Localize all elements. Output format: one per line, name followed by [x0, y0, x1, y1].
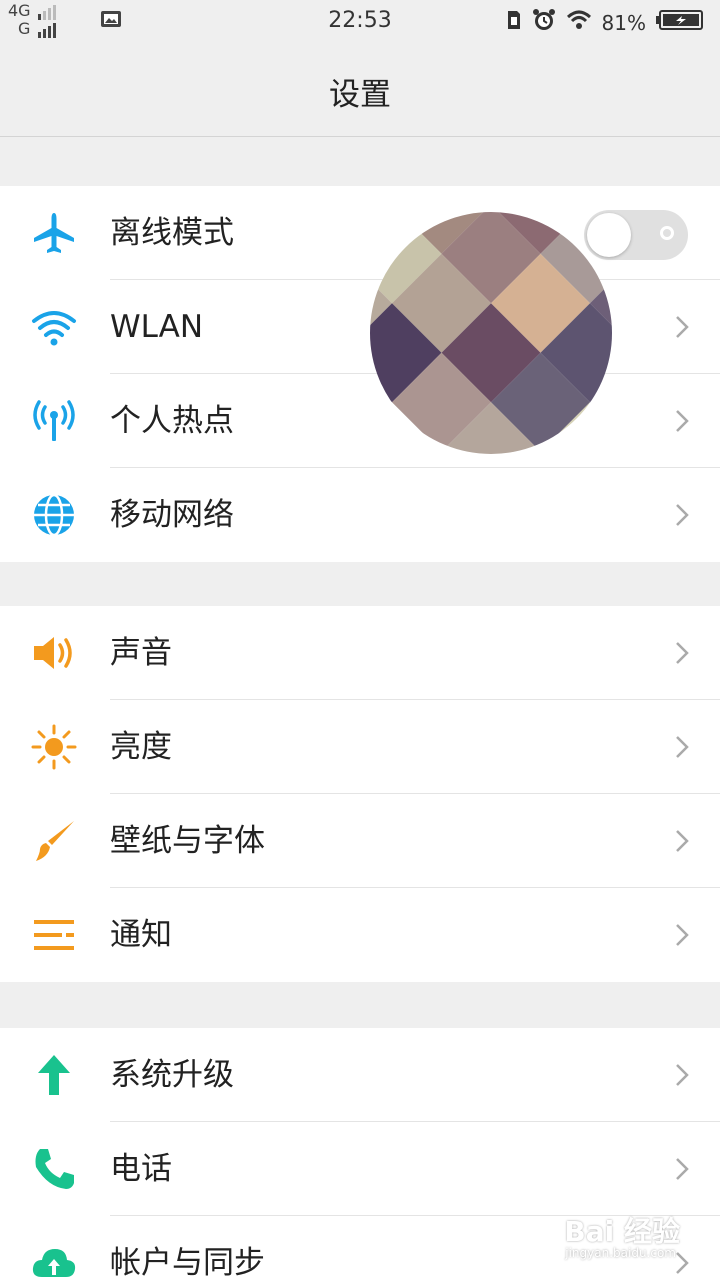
battery-percent: 81%: [601, 10, 646, 35]
settings-item-airplane-mode[interactable]: 离线模式: [0, 186, 720, 280]
sun-icon: [30, 723, 78, 771]
chevron-right-icon: [676, 736, 689, 758]
airplane-mode-toggle[interactable]: [584, 210, 688, 260]
chevron-right-icon: [676, 1064, 689, 1086]
airplane-icon: [30, 209, 78, 257]
settings-item-label: 系统升级: [110, 1057, 234, 1093]
chevron-right-icon: [676, 924, 689, 946]
toggle-off-indicator: [660, 226, 674, 240]
chevron-right-icon: [676, 1158, 689, 1180]
hotspot-icon: [30, 397, 78, 445]
settings-item-wallpaper-font[interactable]: 壁纸与字体: [0, 794, 720, 888]
settings-item-brightness[interactable]: 亮度: [0, 700, 720, 794]
upgrade-arrow-icon: [30, 1051, 78, 1099]
toggle-knob: [587, 213, 631, 257]
phone-icon: [30, 1145, 78, 1193]
title-bar: 设置: [0, 46, 720, 137]
chevron-right-icon: [676, 642, 689, 664]
settings-item-label: 亮度: [110, 729, 172, 765]
display-sound-group: 声音 亮度 壁纸与字体 通知: [0, 606, 720, 982]
cloud-sync-icon: [30, 1239, 78, 1280]
settings-item-label: 帐户与同步: [110, 1245, 265, 1280]
chevron-right-icon: [676, 504, 689, 526]
wifi-icon: [30, 303, 78, 351]
settings-item-label: 个人热点: [110, 403, 234, 439]
watermark-url: jingyan.baidu.com: [565, 1246, 676, 1260]
settings-item-label: 壁纸与字体: [110, 823, 265, 859]
settings-item-system-upgrade[interactable]: 系统升级: [0, 1028, 720, 1122]
settings-item-wlan[interactable]: WLAN: [0, 280, 720, 374]
alarm-icon: [532, 8, 556, 37]
chevron-right-icon: [676, 316, 689, 338]
network-settings-group: 离线模式 WLAN 个人热点 移动网络: [0, 186, 720, 562]
chevron-right-icon: [676, 830, 689, 852]
chevron-right-icon: [676, 1252, 689, 1274]
speaker-icon: [30, 629, 78, 677]
sim-icon: [506, 9, 522, 36]
settings-item-label: 移动网络: [110, 497, 234, 533]
notification-list-icon: [30, 911, 78, 959]
chevron-right-icon: [676, 410, 689, 432]
settings-item-notifications[interactable]: 通知: [0, 888, 720, 982]
globe-icon: [30, 491, 78, 539]
settings-item-phone[interactable]: 电话: [0, 1122, 720, 1216]
status-bar: 4G G 22:53 81%: [0, 0, 720, 46]
brush-icon: [30, 817, 78, 865]
settings-item-label: 电话: [110, 1151, 172, 1187]
settings-item-label: 离线模式: [110, 215, 234, 251]
settings-item-label: WLAN: [110, 309, 204, 345]
settings-item-sound[interactable]: 声音: [0, 606, 720, 700]
wifi-icon: [566, 9, 592, 36]
settings-item-label: 通知: [110, 917, 172, 953]
settings-item-label: 声音: [110, 635, 172, 671]
settings-item-hotspot[interactable]: 个人热点: [0, 374, 720, 468]
baidu-jingyan-watermark: Bai 经验: [564, 1215, 680, 1248]
battery-icon: [656, 9, 704, 36]
pixelated-mosaic-overlay: [370, 212, 612, 454]
settings-item-mobile-network[interactable]: 移动网络: [0, 468, 720, 562]
page-title: 设置: [329, 76, 391, 113]
